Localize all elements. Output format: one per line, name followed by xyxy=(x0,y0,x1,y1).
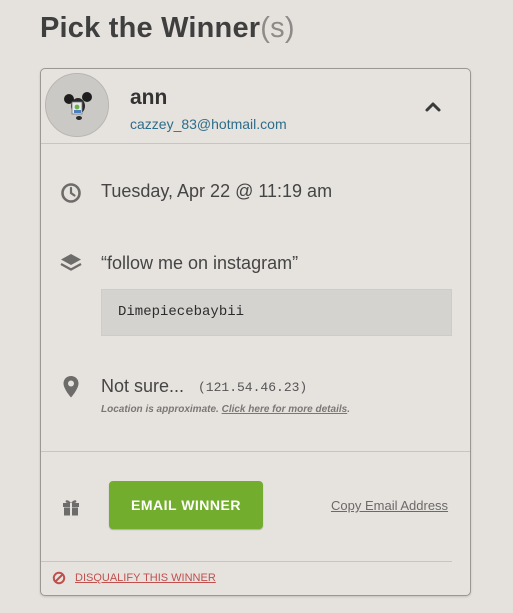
layers-icon xyxy=(59,252,83,279)
winner-email[interactable]: cazzey_83@hotmail.com xyxy=(130,116,287,132)
copy-email-link[interactable]: Copy Email Address xyxy=(331,498,448,513)
prohibited-icon xyxy=(52,571,66,590)
winner-card: ann cazzey_83@hotmail.com Tuesday, Apr 2… xyxy=(40,68,471,596)
winner-name: ann xyxy=(130,86,168,109)
location-details-link[interactable]: Click here for more details xyxy=(222,404,348,415)
page-title: Pick the Winner(s) xyxy=(40,12,295,45)
winner-card-header[interactable]: ann cazzey_83@hotmail.com xyxy=(41,69,470,144)
email-winner-button[interactable]: EMAIL WINNER xyxy=(109,481,263,529)
ip-address: (121.54.46.23) xyxy=(198,380,308,395)
disqualify-winner-link[interactable]: DISQUALIFY THIS WINNER xyxy=(75,572,216,584)
clock-icon xyxy=(60,182,82,209)
divider xyxy=(41,451,470,452)
location-note-text: Location is approximate. xyxy=(101,404,219,415)
location-note-period: . xyxy=(347,404,350,415)
mouse-avatar-image xyxy=(46,74,108,136)
entry-value: Dimepiecebaybii xyxy=(118,304,245,320)
location-note: Location is approximate. Click here for … xyxy=(101,404,350,415)
chevron-up-icon[interactable] xyxy=(420,95,446,117)
divider xyxy=(41,561,452,562)
page-title-main: Pick the Winner xyxy=(40,12,261,44)
location-text: Not sure... xyxy=(101,376,185,396)
entry-value-box: Dimepiecebaybii xyxy=(101,289,452,336)
map-pin-icon xyxy=(62,375,80,404)
page-title-suffix: (s) xyxy=(260,12,295,44)
entry-action-label: “follow me on instagram” xyxy=(101,253,299,273)
gift-icon xyxy=(61,497,81,522)
entry-timestamp: Tuesday, Apr 22 @ 11:19 am xyxy=(101,181,333,201)
avatar xyxy=(45,73,109,137)
